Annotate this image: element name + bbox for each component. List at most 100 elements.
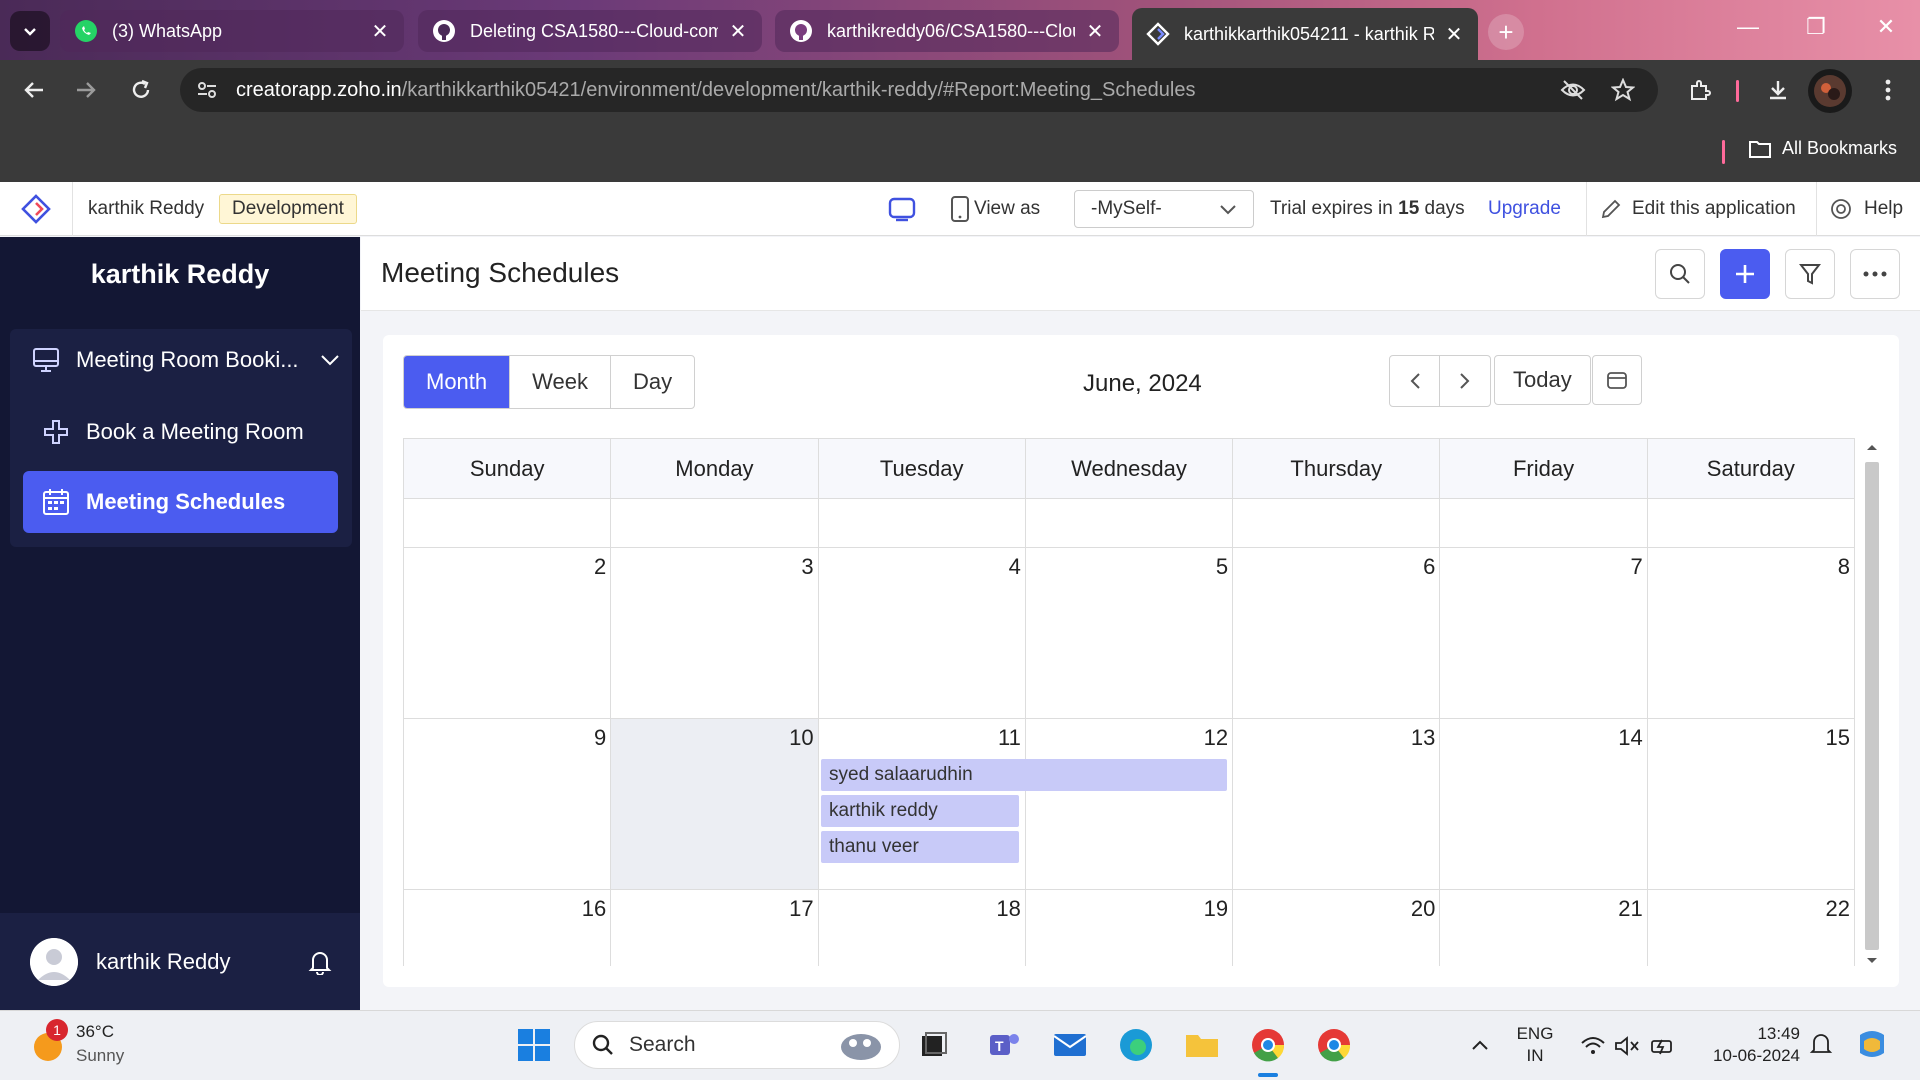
app-name[interactable]: karthik Reddy <box>88 182 204 236</box>
scroll-down-icon[interactable] <box>1863 954 1881 968</box>
language-bottom[interactable]: IN <box>1508 1045 1562 1067</box>
day-cell[interactable]: 2 <box>404 548 612 718</box>
tab-whatsapp[interactable]: (3) WhatsApp ✕ <box>60 10 404 52</box>
help-button[interactable]: Help <box>1830 182 1903 236</box>
copilot-icon[interactable] <box>1852 1025 1892 1065</box>
device-preview-icon[interactable] <box>888 182 916 236</box>
close-icon[interactable]: ✕ <box>728 19 748 44</box>
tab-search-dropdown-button[interactable] <box>10 11 50 51</box>
site-settings-icon[interactable] <box>196 77 222 103</box>
minimize-icon[interactable]: — <box>1728 14 1768 40</box>
new-tab-button[interactable]: + <box>1488 14 1524 50</box>
reload-icon[interactable] <box>125 74 157 106</box>
restore-icon[interactable]: ❐ <box>1796 14 1836 40</box>
volume-muted-icon[interactable] <box>1612 1031 1642 1061</box>
next-month-button[interactable] <box>1440 356 1490 406</box>
battery-charging-icon[interactable] <box>1648 1031 1678 1061</box>
close-window-icon[interactable]: ✕ <box>1866 14 1906 40</box>
day-cell[interactable] <box>1440 499 1648 547</box>
all-bookmarks-button[interactable]: All Bookmarks <box>1748 138 1897 159</box>
day-cell[interactable] <box>404 499 612 547</box>
environment-badge[interactable]: Development <box>219 194 357 224</box>
tab-github-repo[interactable]: karthikreddy06/CSA1580---Clou ✕ <box>775 10 1119 52</box>
task-view-icon[interactable] <box>914 1025 954 1065</box>
mail-icon[interactable] <box>1050 1025 1090 1065</box>
prev-month-button[interactable] <box>1390 356 1440 406</box>
upgrade-link[interactable]: Upgrade <box>1488 182 1561 236</box>
edit-application-button[interactable]: Edit this application <box>1600 182 1796 236</box>
day-cell[interactable]: 19 <box>1026 890 1234 966</box>
day-cell[interactable] <box>1648 499 1855 547</box>
day-cell[interactable]: 14 <box>1440 719 1648 889</box>
sidebar-user[interactable]: karthik Reddy <box>0 913 360 1010</box>
close-icon[interactable]: ✕ <box>370 19 390 44</box>
date-picker-button[interactable] <box>1592 355 1642 405</box>
calendar-event[interactable]: thanu veer <box>821 831 1019 863</box>
star-bookmark-icon[interactable] <box>1610 77 1636 103</box>
windows-start-icon[interactable] <box>514 1025 554 1065</box>
more-vertical-icon[interactable] <box>1872 74 1904 106</box>
today-button[interactable]: Today <box>1494 355 1591 405</box>
filter-button[interactable] <box>1785 249 1835 299</box>
chrome-icon-active[interactable] <box>1248 1025 1288 1065</box>
day-cell[interactable] <box>819 499 1026 547</box>
day-cell-today[interactable]: 10 <box>611 719 819 889</box>
day-cell[interactable] <box>611 499 819 547</box>
weather-sun-icon[interactable]: 1 <box>28 1019 68 1065</box>
notifications-icon[interactable] <box>1806 1029 1836 1059</box>
file-explorer-icon[interactable] <box>1182 1025 1222 1065</box>
day-cell[interactable]: 20 <box>1233 890 1441 966</box>
day-cell[interactable]: 15 <box>1648 719 1855 889</box>
view-week-button[interactable]: Week <box>510 356 611 408</box>
chevron-up-icon[interactable] <box>1466 1031 1494 1059</box>
day-cell[interactable]: 9 <box>404 719 612 889</box>
day-cell[interactable]: 3 <box>611 548 819 718</box>
day-cell[interactable]: 7 <box>1440 548 1648 718</box>
back-arrow-icon[interactable] <box>18 74 50 106</box>
sidebar-item-book-a-meeting-room[interactable]: Book a Meeting Room <box>40 401 340 463</box>
language-top[interactable]: ENG <box>1508 1023 1562 1045</box>
day-cell[interactable]: 21 <box>1440 890 1648 966</box>
scrollbar-thumb[interactable] <box>1865 462 1879 950</box>
sidebar-item-meeting-schedules[interactable]: Meeting Schedules <box>23 471 338 533</box>
view-day-button[interactable]: Day <box>611 356 694 408</box>
forward-arrow-icon[interactable] <box>70 74 102 106</box>
add-record-button[interactable] <box>1720 249 1770 299</box>
day-cell[interactable]: 22 <box>1648 890 1855 966</box>
download-icon[interactable] <box>1762 74 1794 106</box>
edge-browser-icon[interactable] <box>1116 1025 1156 1065</box>
zoho-creator-logo[interactable] <box>20 182 52 236</box>
day-cell[interactable] <box>1233 499 1441 547</box>
day-cell[interactable]: 12 <box>1026 719 1234 889</box>
tab-github-deleting[interactable]: Deleting CSA1580---Cloud-com ✕ <box>418 10 762 52</box>
sidebar-section-header[interactable]: Meeting Room Booki... <box>30 329 340 391</box>
wifi-icon[interactable] <box>1578 1031 1608 1061</box>
close-icon[interactable]: ✕ <box>1085 19 1105 44</box>
day-cell[interactable]: 17 <box>611 890 819 966</box>
teams-icon[interactable]: T <box>984 1025 1024 1065</box>
search-button[interactable] <box>1655 249 1705 299</box>
day-cell[interactable]: 5 <box>1026 548 1234 718</box>
taskbar-search[interactable]: Search <box>574 1021 900 1069</box>
day-cell[interactable]: 16 <box>404 890 612 966</box>
scroll-up-icon[interactable] <box>1863 440 1881 454</box>
address-bar[interactable]: creatorapp.zoho.in/karthikkarthik05421/e… <box>180 68 1658 112</box>
chrome-icon[interactable] <box>1314 1025 1354 1065</box>
calendar-scrollbar[interactable] <box>1863 440 1881 970</box>
tab-zoho-creator-active[interactable]: karthikkarthik054211 - karthik R ✕ <box>1132 8 1478 60</box>
day-cell[interactable] <box>1026 499 1234 547</box>
day-cell[interactable]: 13 <box>1233 719 1441 889</box>
extensions-icon[interactable] <box>1684 74 1716 106</box>
clock-time[interactable]: 13:49 <box>1690 1023 1800 1045</box>
day-cell[interactable]: 4 <box>819 548 1026 718</box>
calendar-event[interactable]: karthik reddy <box>821 795 1019 827</box>
profile-avatar[interactable] <box>1808 69 1852 113</box>
calendar-event[interactable]: syed salaarudhin <box>821 759 1227 791</box>
more-options-button[interactable] <box>1850 249 1900 299</box>
clock-date[interactable]: 10-06-2024 <box>1690 1045 1800 1067</box>
day-cell[interactable]: 6 <box>1233 548 1441 718</box>
view-as-select[interactable]: -MySelf- <box>1074 190 1254 228</box>
close-icon[interactable]: ✕ <box>1444 22 1464 47</box>
bell-icon[interactable] <box>308 949 332 975</box>
day-cell[interactable]: 18 <box>819 890 1026 966</box>
